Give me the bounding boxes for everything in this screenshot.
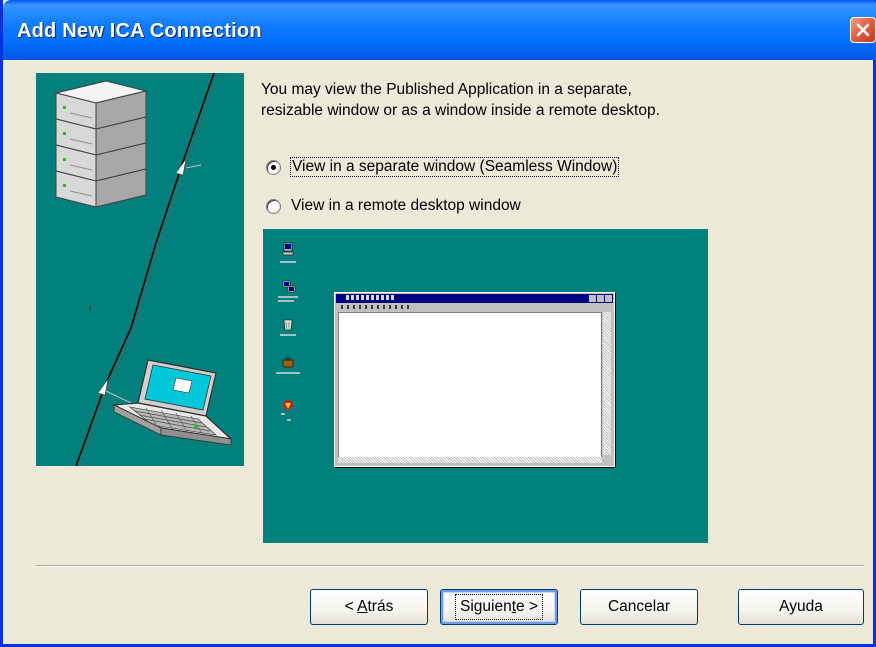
window-title: Add New ICA Connection: [17, 20, 262, 42]
seamless-window-label[interactable]: View in a separate window (Seamless Wind…: [289, 157, 620, 177]
preview-title-text: [346, 295, 396, 300]
close-icon: [856, 23, 870, 37]
back-button-label: < Atrás: [344, 598, 394, 615]
button-separator: [36, 565, 864, 567]
recycle-bin-icon: [280, 319, 296, 336]
wizard-illustration: [36, 72, 244, 467]
option-remote-desktop-window[interactable]: View in a remote desktop window: [266, 197, 521, 215]
option-seamless-window[interactable]: View in a separate window (Seamless Wind…: [266, 157, 620, 177]
desktop-shortcut-icon: [281, 400, 293, 421]
desktop-preview: [263, 229, 708, 543]
preview-horizontal-scrollbar: [338, 457, 602, 463]
help-button-label: Ayuda: [779, 598, 823, 615]
preview-title-bar: [336, 294, 613, 303]
server-stack-icon: [55, 80, 147, 208]
back-button[interactable]: < Atrás: [310, 589, 428, 625]
add-ica-connection-dialog: Add New ICA Connection You may view the …: [0, 0, 876, 647]
published-app-window-preview: [334, 292, 615, 467]
close-button[interactable]: [850, 17, 876, 43]
next-button-label: Siguiente >: [454, 594, 543, 620]
preview-client-area: [338, 312, 602, 462]
next-button[interactable]: Siguiente >: [440, 589, 558, 625]
preview-vertical-scrollbar: [603, 312, 611, 455]
preview-menu-bar: [341, 305, 411, 309]
my-briefcase-icon: [276, 357, 300, 374]
seamless-window-radio[interactable]: [266, 159, 281, 175]
cancel-button[interactable]: Cancelar: [580, 589, 698, 625]
remote-desktop-radio[interactable]: [266, 198, 281, 214]
preview-window-controls: [589, 295, 612, 302]
my-computer-icon: [280, 242, 296, 263]
help-button[interactable]: Ayuda: [738, 589, 864, 625]
network-neighborhood-icon: [278, 280, 298, 302]
cancel-button-label: Cancelar: [607, 598, 671, 615]
intro-line-1: You may view the Published Application i…: [261, 81, 632, 98]
laptop-icon: [111, 359, 233, 446]
intro-text: You may view the Published Application i…: [261, 79, 821, 121]
intro-line-2: resizable window or as a window inside a…: [261, 102, 660, 119]
title-bar[interactable]: Add New ICA Connection: [3, 0, 876, 60]
remote-desktop-label[interactable]: View in a remote desktop window: [291, 197, 521, 215]
